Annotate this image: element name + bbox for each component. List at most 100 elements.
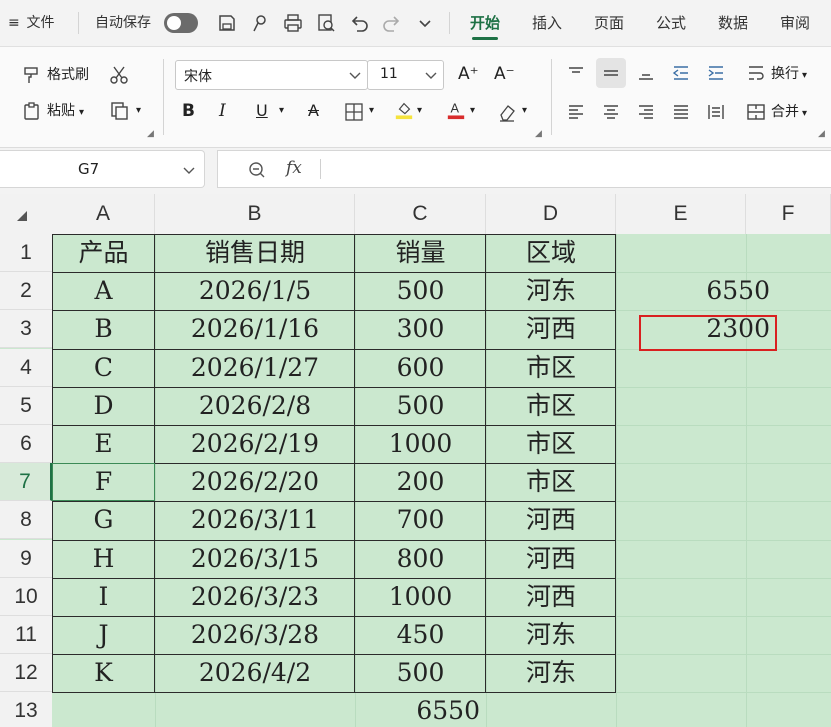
zoom-formula-icon[interactable] (248, 161, 266, 179)
cell-a6[interactable]: E (52, 425, 155, 463)
cell-d8[interactable]: 河西 (486, 501, 616, 539)
cell-a5[interactable]: D (52, 387, 155, 425)
column-header-e[interactable]: E (616, 194, 746, 234)
cell-d9[interactable]: 河西 (486, 540, 616, 578)
chevron-down-icon[interactable] (182, 163, 196, 177)
distributed-align-icon[interactable] (706, 102, 726, 122)
cell-c13[interactable]: 6550 (355, 692, 486, 727)
cell-c2[interactable]: 500 (355, 272, 486, 310)
cell-a9[interactable]: H (52, 540, 155, 578)
cell-b7[interactable]: 2026/2/20 (155, 463, 355, 501)
paste-icon[interactable] (22, 101, 42, 121)
cell-a1[interactable]: 产品 (52, 234, 155, 272)
column-header-d[interactable]: D (486, 194, 616, 234)
cell-e2[interactable]: 6550 (616, 272, 776, 310)
tab-insert[interactable]: 插入 (532, 0, 562, 46)
decrease-font-icon[interactable]: A⁻ (494, 64, 515, 84)
column-header-f[interactable]: F (746, 194, 831, 234)
decrease-indent-icon[interactable] (671, 63, 691, 83)
cell-b8[interactable]: 2026/3/11 (155, 501, 355, 539)
column-header-b[interactable]: B (155, 194, 355, 234)
row-header-5[interactable]: 5 (0, 387, 52, 425)
cell-c4[interactable]: 600 (355, 349, 486, 387)
clear-format-icon[interactable] (497, 102, 517, 122)
select-all-corner[interactable] (0, 194, 52, 234)
cut-icon[interactable] (109, 65, 129, 85)
paste-button[interactable]: 粘贴 ▾ (47, 101, 84, 123)
row-header-6[interactable]: 6 (0, 425, 52, 463)
font-color-dropdown-icon[interactable]: ▾ (470, 101, 475, 121)
tab-data[interactable]: 数据 (718, 0, 748, 46)
row-header-2[interactable]: 2 (0, 272, 52, 310)
fill-color-dropdown-icon[interactable]: ▾ (417, 101, 422, 121)
merge-button[interactable]: 合并 ▾ (771, 102, 807, 124)
wrap-text-icon[interactable] (746, 63, 766, 83)
underline-icon[interactable]: U (256, 101, 268, 121)
cell-b12[interactable]: 2026/4/2 (155, 654, 355, 692)
cell-b10[interactable]: 2026/3/23 (155, 578, 355, 616)
cell-d11[interactable]: 河东 (486, 616, 616, 654)
row-header-4[interactable]: 4 (0, 349, 52, 387)
cell-a11[interactable]: J (52, 616, 155, 654)
justify-icon[interactable] (671, 102, 691, 122)
cell-c9[interactable]: 800 (355, 540, 486, 578)
cell-d3[interactable]: 河西 (486, 310, 616, 348)
expand-corner-icon[interactable]: ◢ (147, 124, 154, 144)
tab-home[interactable]: 开始 (470, 0, 500, 46)
cell-b9[interactable]: 2026/3/15 (155, 540, 355, 578)
copy-dropdown-icon[interactable]: ▾ (136, 101, 141, 121)
cell-c6[interactable]: 1000 (355, 425, 486, 463)
fill-color-icon[interactable] (394, 100, 414, 120)
cell-a4[interactable]: C (52, 349, 155, 387)
cell-d4[interactable]: 市区 (486, 349, 616, 387)
font-size-select[interactable]: 11 (367, 60, 444, 90)
italic-icon[interactable]: I (219, 101, 226, 121)
print-preview-icon[interactable] (315, 12, 337, 34)
cell-c1[interactable]: 销量 (355, 234, 486, 272)
copy-icon[interactable] (110, 101, 130, 121)
more-dropdown-icon[interactable] (414, 12, 436, 34)
expand-corner-icon[interactable]: ◢ (535, 124, 542, 144)
redo-icon[interactable] (381, 12, 403, 34)
align-middle-icon[interactable] (601, 63, 621, 83)
column-header-c[interactable]: C (355, 194, 486, 234)
cell-d10[interactable]: 河西 (486, 578, 616, 616)
autosave-toggle[interactable] (164, 13, 198, 33)
cell-c10[interactable]: 1000 (355, 578, 486, 616)
row-header-11[interactable]: 11 (0, 616, 52, 654)
cell-a8[interactable]: G (52, 501, 155, 539)
clear-dropdown-icon[interactable]: ▾ (522, 101, 527, 121)
cell-d6[interactable]: 市区 (486, 425, 616, 463)
cell-b11[interactable]: 2026/3/28 (155, 616, 355, 654)
expand-corner-icon[interactable]: ◢ (818, 124, 825, 144)
underline-dropdown-icon[interactable]: ▾ (279, 101, 284, 121)
main-menu-button[interactable]: ≡ 文件 (8, 0, 54, 46)
row-header-1[interactable]: 1 (0, 234, 52, 272)
align-top-icon[interactable] (566, 63, 586, 83)
row-header-13[interactable]: 13 (0, 692, 52, 727)
cell-c5[interactable]: 500 (355, 387, 486, 425)
cell-c7[interactable]: 200 (355, 463, 486, 501)
merge-cells-icon[interactable] (746, 102, 766, 122)
cell-b5[interactable]: 2026/2/8 (155, 387, 355, 425)
cell-d1[interactable]: 区域 (486, 234, 616, 272)
increase-indent-icon[interactable] (706, 63, 726, 83)
name-box[interactable]: G7 (0, 150, 205, 188)
cell-b2[interactable]: 2026/1/5 (155, 272, 355, 310)
cell-c3[interactable]: 300 (355, 310, 486, 348)
row-header-7[interactable]: 7 (0, 463, 52, 501)
align-center-icon[interactable] (601, 102, 621, 122)
cell-b3[interactable]: 2026/1/16 (155, 310, 355, 348)
undo-icon[interactable] (348, 12, 370, 34)
cell-a10[interactable]: I (52, 578, 155, 616)
row-header-9[interactable]: 9 (0, 540, 52, 578)
strikethrough-icon[interactable]: A (308, 101, 319, 121)
column-header-a[interactable]: A (52, 194, 155, 234)
row-header-3[interactable]: 3 (0, 310, 52, 348)
borders-dropdown-icon[interactable]: ▾ (369, 101, 374, 121)
align-bottom-icon[interactable] (636, 63, 656, 83)
cell-a3[interactable]: B (52, 310, 155, 348)
increase-font-icon[interactable]: A⁺ (458, 64, 479, 84)
share-icon[interactable] (249, 12, 271, 34)
cell-d5[interactable]: 市区 (486, 387, 616, 425)
